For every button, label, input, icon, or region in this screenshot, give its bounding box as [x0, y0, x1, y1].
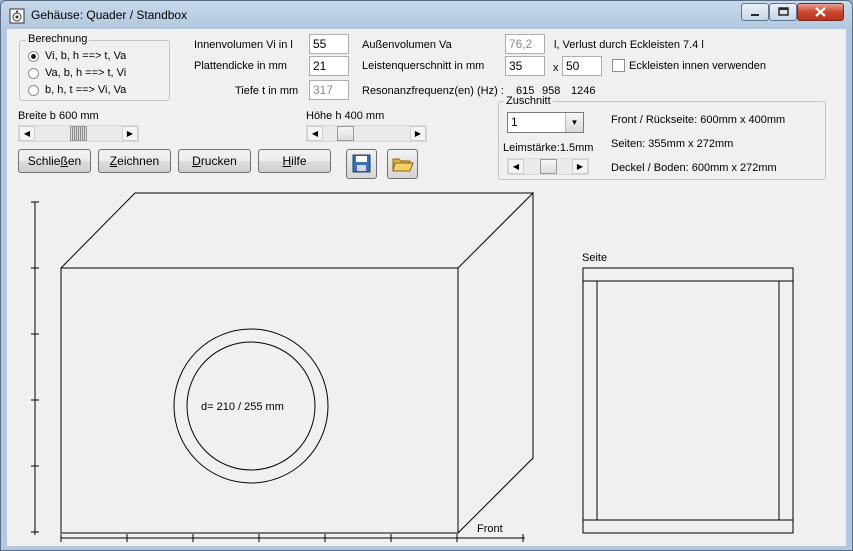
- side-view-outer: [582, 267, 794, 534]
- box-top-face: [60, 192, 535, 269]
- box-side-face: [457, 193, 534, 534]
- maximize-icon: [778, 7, 789, 16]
- minimize-button[interactable]: [741, 3, 769, 21]
- front-label: Front: [477, 523, 503, 535]
- window-title: Gehäuse: Quader / Standbox: [31, 8, 188, 22]
- box-drawing: [31, 192, 794, 542]
- title-bar[interactable]: Gehäuse: Quader / Standbox: [1, 1, 852, 29]
- client-area: Berechnung Vi, b, h ==> t, Va Va, b, h =…: [7, 29, 846, 546]
- drawing-canvas: d= 210 / 255 mm Front Seite: [31, 192, 794, 542]
- close-icon: [815, 7, 826, 17]
- speaker-app-icon: [9, 8, 25, 24]
- app-window: Gehäuse: Quader / Standbox Berechnung Vi…: [0, 0, 853, 551]
- side-label: Seite: [582, 252, 607, 264]
- maximize-button[interactable]: [769, 3, 797, 21]
- close-button[interactable]: [797, 3, 844, 21]
- side-view-inner: [596, 280, 780, 521]
- driver-label: d= 210 / 255 mm: [201, 401, 284, 413]
- minimize-icon: [751, 14, 759, 16]
